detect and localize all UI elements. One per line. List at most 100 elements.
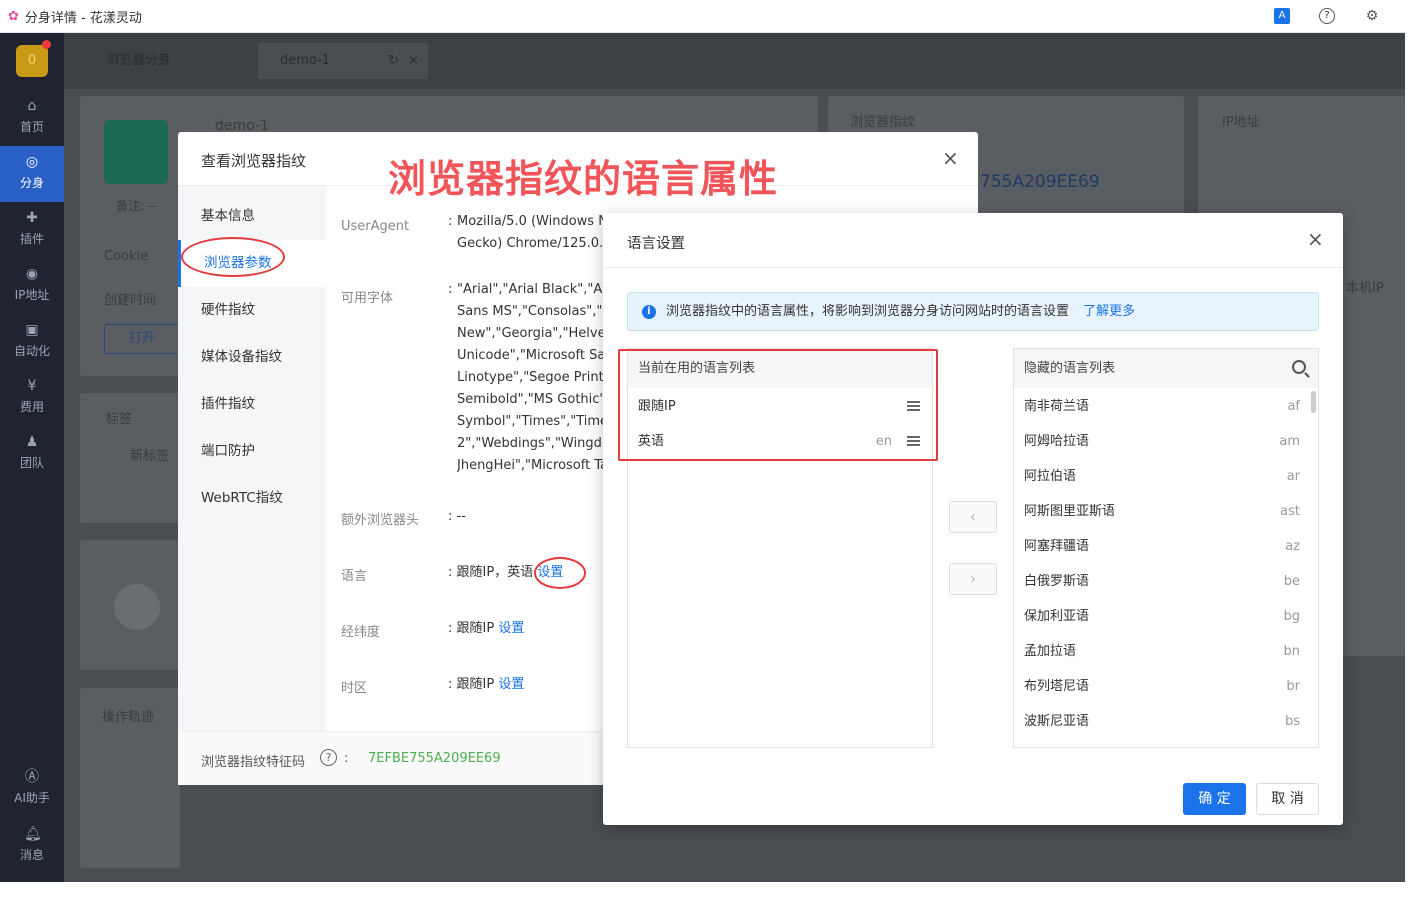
footer-colon: : bbox=[344, 751, 349, 766]
created-label: 创建时间 bbox=[104, 293, 157, 308]
font-line: Linotype","Segoe Print", bbox=[457, 370, 605, 385]
fingerprint-code-bg: 755A209EE69 bbox=[980, 172, 1100, 192]
list-item[interactable]: 布列塔尼语 br bbox=[1014, 669, 1318, 704]
sidebar-item-messages[interactable]: 🔔︎ 消息 bbox=[0, 818, 64, 874]
confirm-button[interactable]: 确 定 bbox=[1183, 783, 1246, 815]
help-circle-icon[interactable]: ? bbox=[320, 749, 337, 766]
font-line: Semibold","MS Gothic", bbox=[457, 392, 605, 407]
cancel-button[interactable]: 取 消 bbox=[1256, 783, 1319, 815]
geo-value: : 跟随IP 设置 bbox=[448, 621, 525, 636]
list-item[interactable]: 阿塞拜疆语 az bbox=[1014, 529, 1318, 564]
ip-icon: ◉ bbox=[25, 266, 39, 282]
scrollbar[interactable] bbox=[1311, 391, 1316, 413]
remark-label: 备注: -- bbox=[116, 199, 157, 213]
window-title: 分身详情 - 花漾灵动 bbox=[24, 10, 142, 26]
extra-header-label: 额外浏览器头 bbox=[341, 513, 420, 528]
sidebar-item-automation[interactable]: ▣ 自动化 bbox=[0, 314, 64, 370]
nav-media-devices[interactable]: 媒体设备指纹 bbox=[178, 334, 326, 381]
nav-hardware[interactable]: 硬件指纹 bbox=[178, 287, 326, 334]
puzzle-icon: ✚ bbox=[26, 210, 38, 226]
move-left-button[interactable]: ‹ bbox=[949, 501, 997, 533]
geo-settings-link[interactable]: 设置 bbox=[498, 621, 524, 636]
list-item[interactable]: 南非荷兰语 af bbox=[1014, 389, 1318, 424]
language-label: 语言 bbox=[341, 569, 368, 584]
open-button[interactable]: 打开 bbox=[104, 324, 180, 354]
new-tag-button[interactable]: 新标签 bbox=[130, 445, 169, 464]
tab-profiles[interactable]: 浏览器分身 bbox=[84, 43, 254, 79]
tags-label: 标签 bbox=[106, 412, 133, 427]
list-item[interactable]: 阿斯图里亚斯语 ast bbox=[1014, 494, 1318, 529]
highlight-current-list bbox=[618, 349, 938, 461]
user-avatar[interactable]: 0 bbox=[16, 45, 48, 77]
sidebar-item-billing[interactable]: ¥ 费用 bbox=[0, 370, 64, 426]
fonts-label: 可用字体 bbox=[341, 291, 394, 306]
translate-icon[interactable]: A bbox=[1274, 8, 1290, 24]
title-bar: ✿ 分身详情 - 花漾灵动 A ? ⚙ bbox=[0, 0, 1405, 33]
language-dialog-title: 语言设置 bbox=[627, 236, 685, 252]
fingerprint-code-value: 7EFBE755A209EE69 bbox=[368, 751, 501, 766]
language-dialog-header: 语言设置 × bbox=[603, 213, 1343, 268]
close-icon[interactable]: × bbox=[942, 146, 959, 170]
ai-icon: Ⓐ bbox=[25, 769, 39, 785]
local-ip-label: 本机IP bbox=[1346, 281, 1384, 296]
timezone-label: 时区 bbox=[341, 681, 368, 696]
yen-icon: ¥ bbox=[27, 378, 37, 394]
nav-plugins[interactable]: 插件指纹 bbox=[178, 381, 326, 428]
highlight-browser-params bbox=[181, 237, 285, 277]
torn-edge-right bbox=[1405, 0, 1422, 899]
list-item[interactable]: 白俄罗斯语 be bbox=[1014, 564, 1318, 599]
move-right-button[interactable]: › bbox=[949, 563, 997, 595]
sidebar-item-ai[interactable]: Ⓐ AI助手 bbox=[0, 761, 64, 817]
list-item[interactable]: 孟加拉语 bn bbox=[1014, 634, 1318, 669]
tab-demo-1[interactable]: demo-1 ↻ × bbox=[258, 43, 428, 79]
info-banner: i 浏览器指纹中的语言属性，将影响到浏览器分身访问网站时的语言设置 了解更多 bbox=[627, 292, 1319, 331]
learn-more-link[interactable]: 了解更多 bbox=[1083, 304, 1135, 319]
nav-webrtc[interactable]: WebRTC指纹 bbox=[178, 475, 326, 522]
refresh-icon[interactable]: ↻ bbox=[388, 43, 399, 79]
font-line: Sans MS","Consolas","C bbox=[457, 304, 605, 319]
language-settings-dialog: 语言设置 × i 浏览器指纹中的语言属性，将影响到浏览器分身访问网站时的语言设置… bbox=[603, 213, 1343, 825]
font-line: Symbol","Times","Times bbox=[457, 414, 605, 429]
fingerprint-panel-title: 浏览器指纹 bbox=[850, 115, 916, 130]
cookie-label: Cookie bbox=[104, 249, 149, 264]
torn-edge-bottom bbox=[0, 882, 1422, 899]
useragent-colon: : bbox=[448, 214, 453, 229]
info-icon: i bbox=[642, 305, 656, 319]
font-line: JhengHei","Microsoft Ta bbox=[457, 458, 605, 473]
user-avatar-icon bbox=[114, 584, 160, 630]
sidebar-item-ip[interactable]: ◉ IP地址 bbox=[0, 258, 64, 314]
sidebar-item-team[interactable]: ♟ 团队 bbox=[0, 426, 64, 482]
list-item[interactable]: 阿拉伯语 ar bbox=[1014, 459, 1318, 494]
hidden-list-title: 隐藏的语言列表 bbox=[1024, 361, 1116, 376]
fonts-value: "Arial","Arial Black","Aria Sans MS","Con… bbox=[457, 279, 605, 477]
profile-logo bbox=[104, 120, 168, 184]
hidden-language-list: 隐藏的语言列表 南非荷兰语 af 阿姆哈拉语 am 阿拉伯语 ar 阿斯图里亚斯语 ast 阿塞… bbox=[1013, 348, 1319, 748]
close-tab-icon[interactable]: × bbox=[408, 43, 419, 79]
app-logo-icon: ✿ bbox=[8, 8, 19, 24]
useragent-value: Mozilla/5.0 (Windows N Gecko) Chrome/125.… bbox=[457, 214, 607, 251]
sidebar-item-profiles[interactable]: ◎ 分身 bbox=[0, 146, 64, 202]
extra-header-value: : -- bbox=[448, 509, 466, 524]
font-line: Unicode","Microsoft San bbox=[457, 348, 605, 363]
list-item[interactable]: 保加利亚语 bg bbox=[1014, 599, 1318, 634]
timezone-settings-link[interactable]: 设置 bbox=[498, 677, 524, 692]
sidebar-item-home[interactable]: ⌂ 首页 bbox=[0, 90, 64, 146]
home-icon: ⌂ bbox=[27, 98, 37, 114]
annotation-title: 浏览器指纹的语言属性 bbox=[388, 157, 779, 201]
list-item[interactable]: 波斯尼亚语 bs bbox=[1014, 704, 1318, 739]
nav-port-protection[interactable]: 端口防护 bbox=[178, 428, 326, 475]
sidebar-item-plugins[interactable]: ✚ 插件 bbox=[0, 202, 64, 258]
useragent-label: UserAgent bbox=[341, 219, 410, 234]
nav-basic-info[interactable]: 基本信息 bbox=[178, 193, 326, 240]
hidden-list-header: 隐藏的语言列表 bbox=[1014, 349, 1318, 388]
close-icon[interactable]: × bbox=[1307, 227, 1324, 251]
trail-label: 操作轨迹 bbox=[102, 710, 155, 725]
help-icon[interactable]: ? bbox=[1319, 8, 1335, 24]
list-item[interactable]: 阿姆哈拉语 am bbox=[1014, 424, 1318, 459]
bell-icon: 🔔︎ bbox=[24, 826, 42, 842]
robot-icon: ▣ bbox=[25, 322, 39, 338]
font-line: New","Georgia","Helveti bbox=[457, 326, 605, 341]
fingerprint-dialog-title: 查看浏览器指纹 bbox=[201, 152, 307, 170]
settings-icon[interactable]: ⚙ bbox=[1364, 8, 1380, 24]
team-icon: ♟ bbox=[25, 434, 39, 450]
